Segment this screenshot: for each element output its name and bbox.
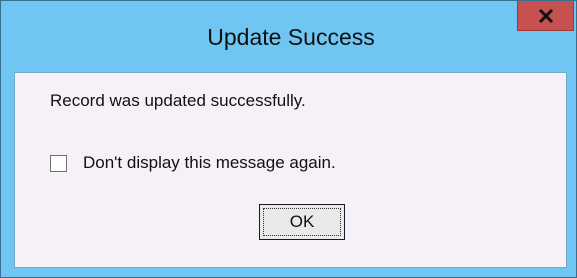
close-button[interactable]	[517, 1, 574, 31]
close-icon	[538, 8, 554, 23]
ok-button[interactable]: OK	[259, 204, 345, 240]
dont-display-again-option[interactable]: Don't display this message again.	[50, 152, 336, 174]
checkbox-label[interactable]: Don't display this message again.	[83, 152, 336, 174]
title-bar[interactable]: Update Success	[1, 1, 576, 50]
dialog-window: Update Success Record was updated succes…	[0, 0, 577, 278]
ok-button-label: OK	[289, 212, 315, 231]
dont-display-again-checkbox[interactable]	[50, 154, 67, 172]
dialog-content: Record was updated successfully. Don't d…	[14, 72, 567, 268]
message-text: Record was updated successfully.	[50, 91, 306, 110]
window-title: Update Success	[207, 24, 375, 50]
